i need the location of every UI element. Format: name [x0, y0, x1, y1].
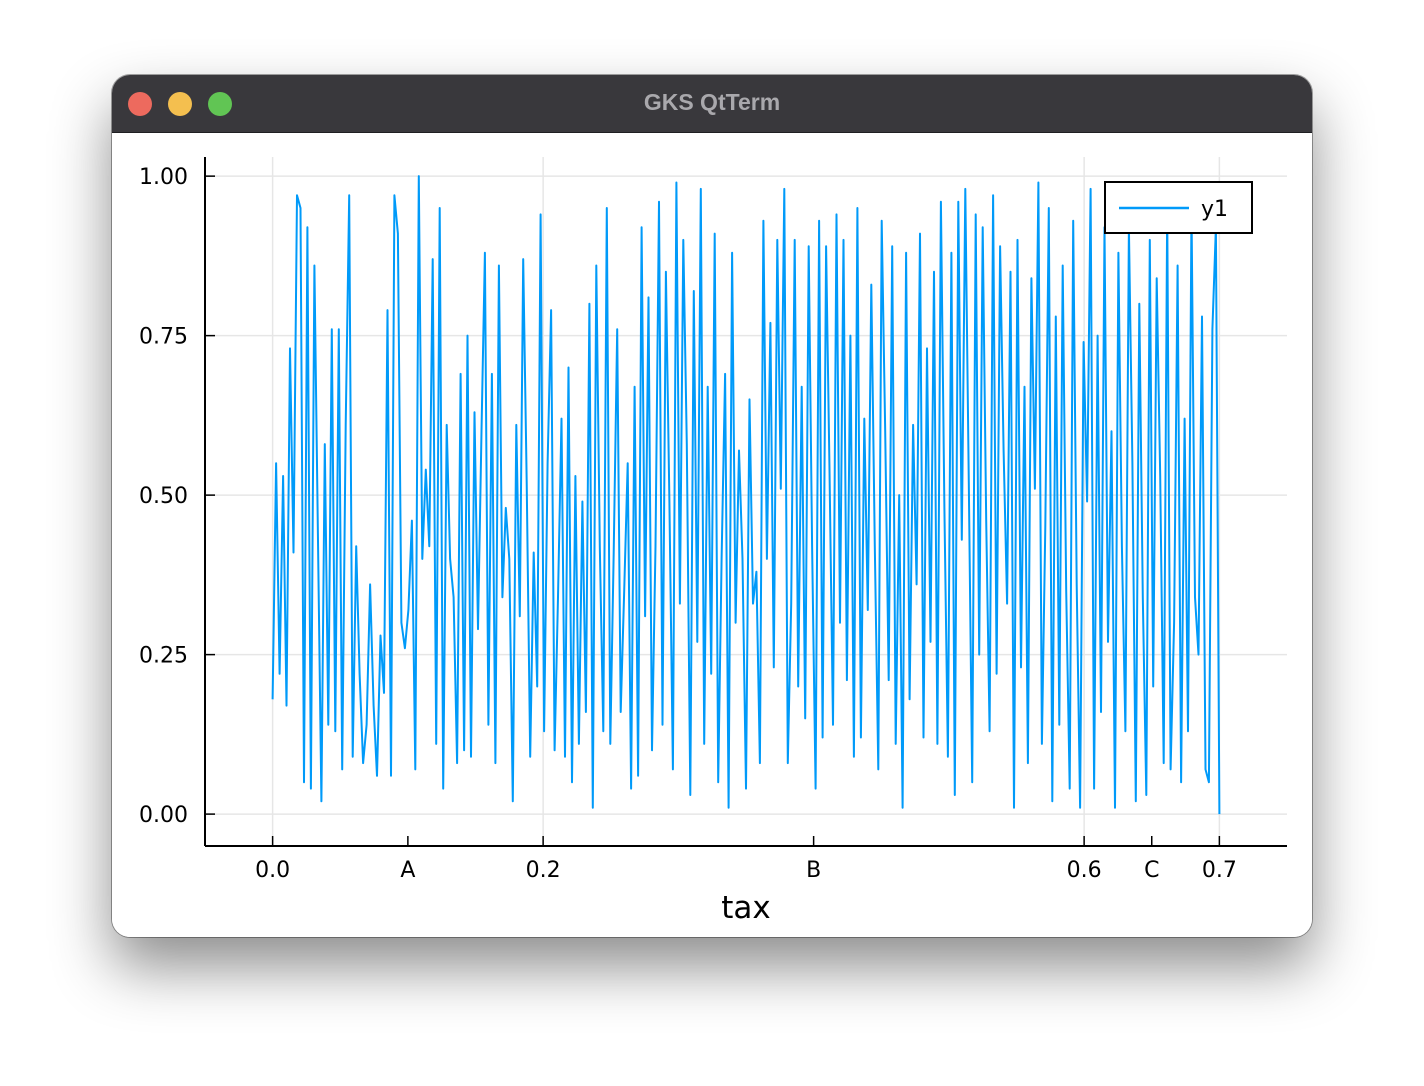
y-tick-label: 0.75: [139, 325, 188, 350]
x-tick-label: 0.2: [526, 858, 561, 883]
line-chart: 0.0 A 0.2 B 0.6 C 0.7 0.00 0.25 0.50 0.75 1.00 y1 t…: [139, 157, 1287, 926]
y-tick-label: 1.00: [139, 165, 188, 190]
x-tick-label: B: [806, 858, 821, 883]
y-tick-label: 0.25: [139, 644, 188, 669]
x-tick-label: 0.0: [255, 858, 290, 883]
legend: y1: [1104, 181, 1253, 234]
x-tick-label: 0.6: [1067, 858, 1102, 883]
plot-canvas: 0.0 A 0.2 B 0.6 C 0.7 0.00 0.25 0.50 0.75 1.00 y1 t…: [112, 133, 1312, 937]
y-tick-label: 0.00: [139, 803, 188, 828]
x-tick-label: A: [400, 858, 415, 883]
window-title: GKS QtTerm: [643, 89, 781, 115]
legend-label: y1: [1201, 197, 1228, 222]
y-tick-label: 0.50: [139, 484, 188, 509]
x-tick-label: 0.7: [1202, 858, 1237, 883]
title-bar[interactable]: GKS QtTerm: [112, 75, 1312, 133]
x-axis-label: tax: [721, 890, 771, 926]
app-window: GKS QtTerm 0.0 A 0.2 B 0.6 C 0.7 0.00 0.25 0.50 0.…: [112, 75, 1312, 937]
x-tick-label: C: [1144, 858, 1159, 883]
